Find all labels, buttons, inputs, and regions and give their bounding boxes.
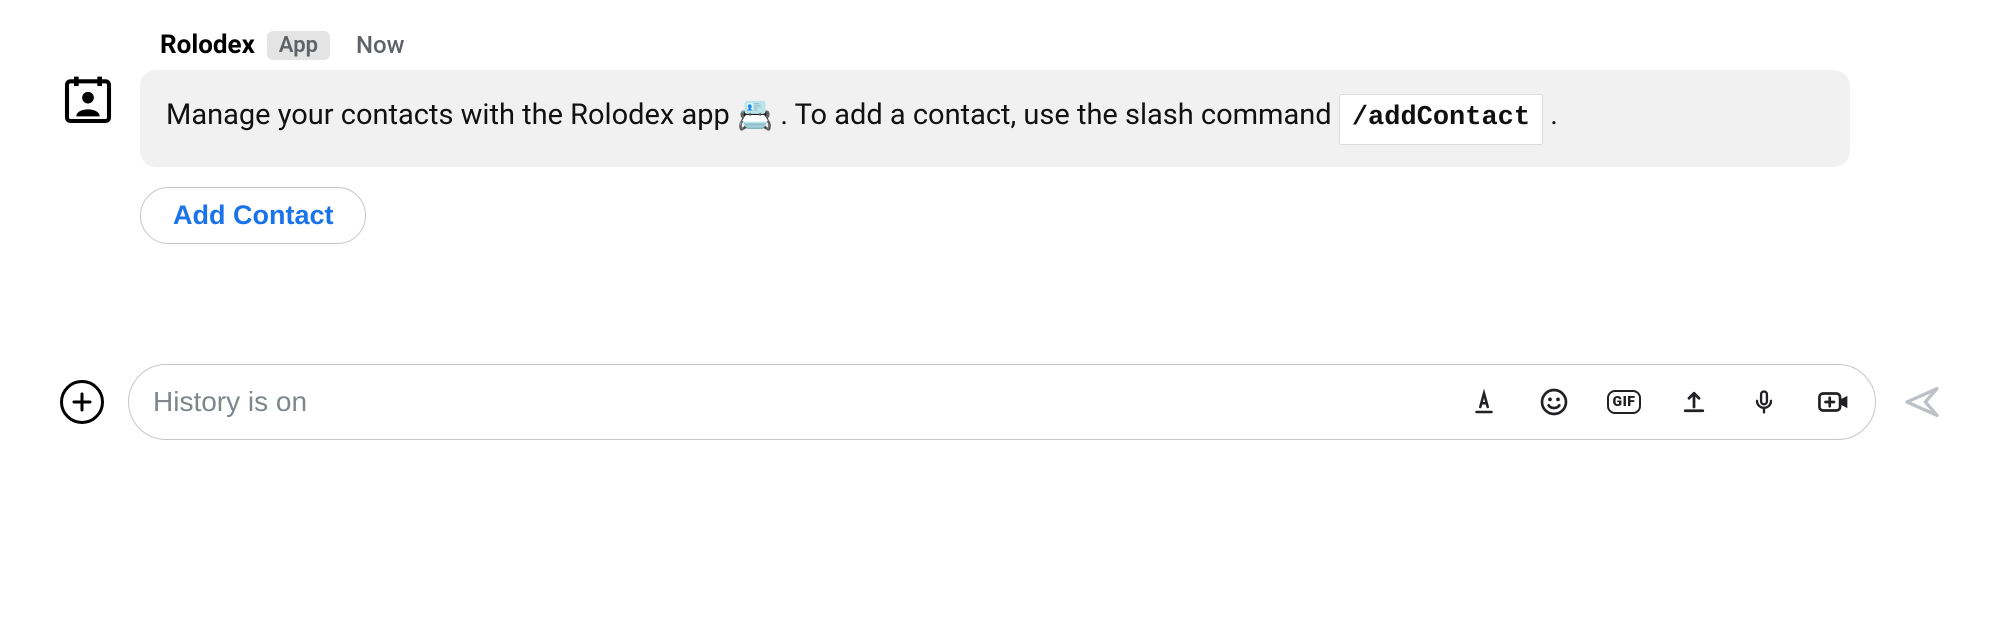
app-badge: App	[267, 31, 330, 60]
message-header: Rolodex App Now	[140, 30, 1850, 60]
upload-icon[interactable]	[1677, 385, 1711, 419]
message-text-2: . To add a contact, use the slash comman…	[780, 98, 1339, 132]
message-bubble: Manage your contacts with the Rolodex ap…	[140, 70, 1850, 167]
app-avatar	[60, 72, 116, 128]
add-attachment-button[interactable]	[60, 380, 104, 424]
send-button[interactable]	[1900, 380, 1944, 424]
message-composer: GIF	[128, 364, 1876, 440]
microphone-icon[interactable]	[1747, 385, 1781, 419]
sender-name: Rolodex	[160, 30, 255, 60]
message-text-3: .	[1550, 98, 1558, 132]
emoji-icon[interactable]	[1537, 385, 1571, 419]
message-timestamp: Now	[356, 31, 404, 59]
message-input[interactable]	[153, 386, 1459, 418]
gif-icon[interactable]: GIF	[1607, 385, 1641, 419]
video-upload-icon[interactable]	[1817, 385, 1851, 419]
rolodex-emoji-icon: 📇	[737, 99, 773, 133]
slash-command-code: /addContact	[1339, 94, 1543, 145]
message-text-1: Manage your contacts with the Rolodex ap…	[166, 98, 737, 132]
format-text-icon[interactable]	[1467, 385, 1501, 419]
add-contact-button[interactable]: Add Contact	[140, 187, 366, 244]
